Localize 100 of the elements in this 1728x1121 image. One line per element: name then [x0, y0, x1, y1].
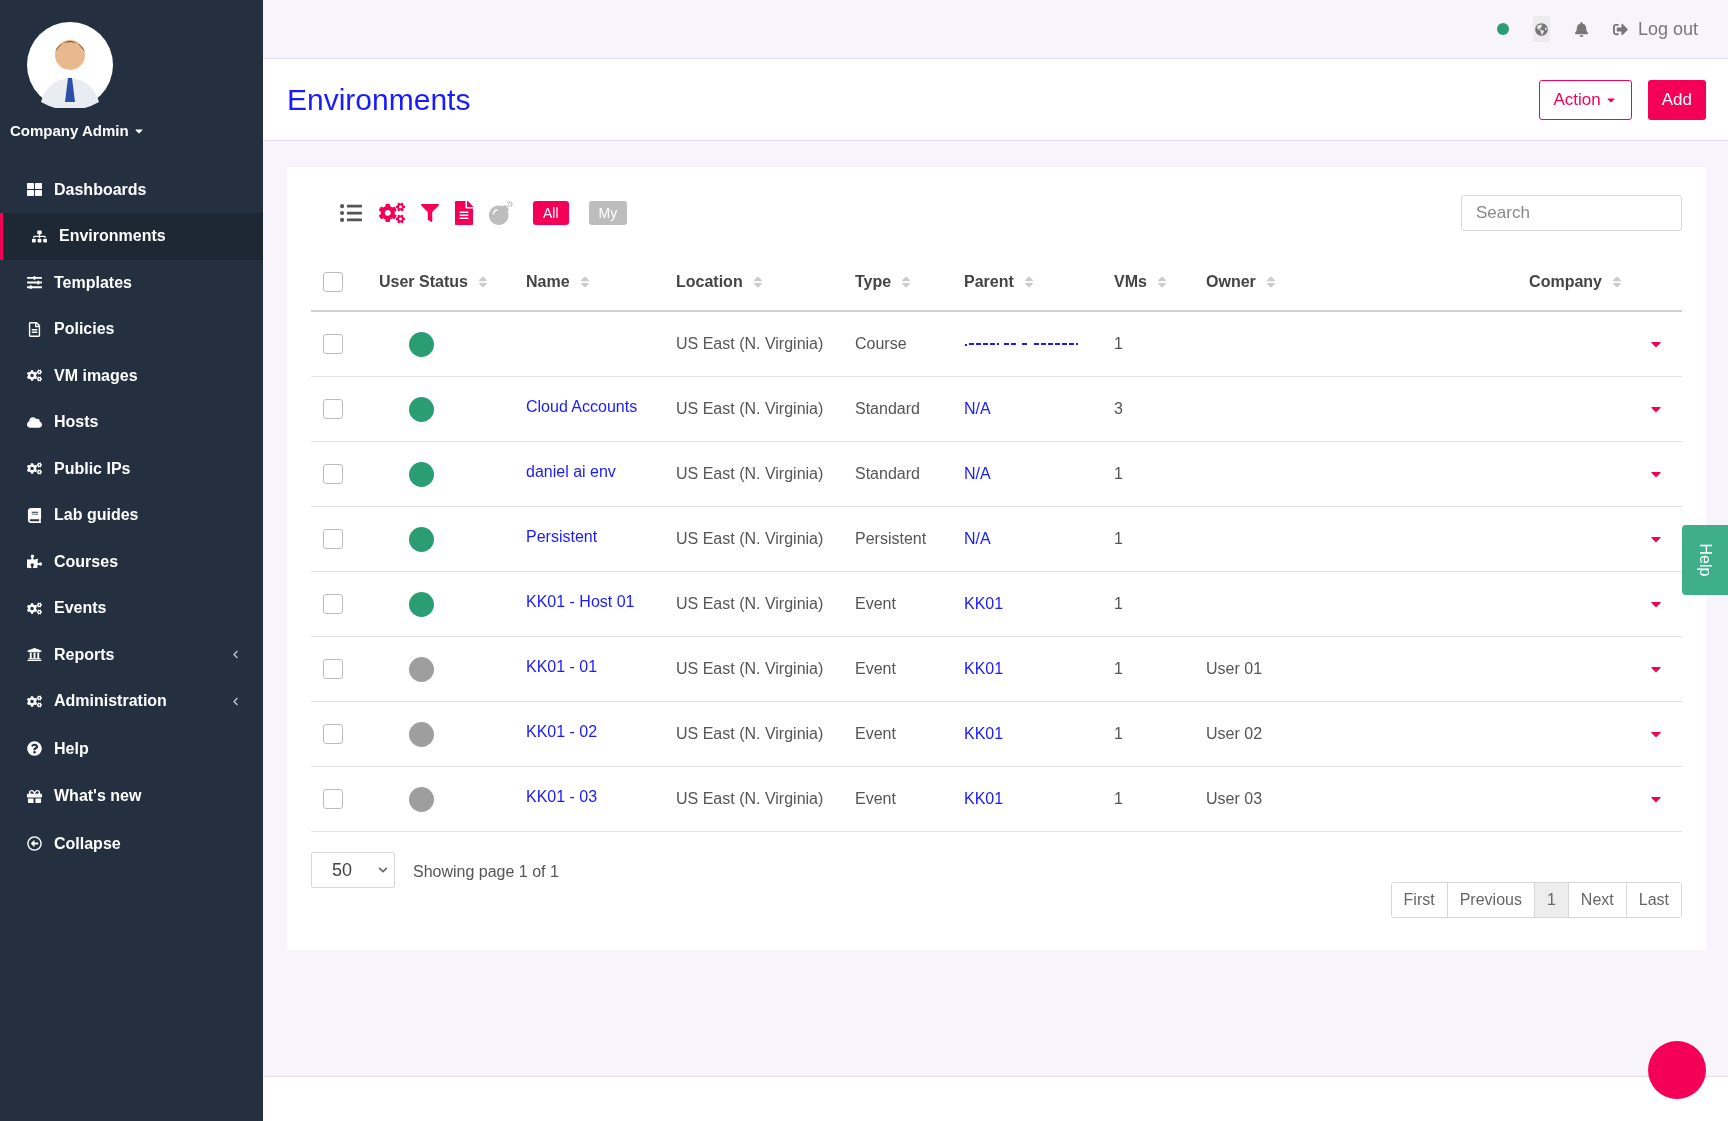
- parent-link[interactable]: N/A: [964, 530, 991, 547]
- sidebar-item[interactable]: Public IPs: [0, 445, 263, 492]
- sidebar-item[interactable]: VM images: [0, 352, 263, 399]
- sidebar-item[interactable]: Administration: [0, 678, 263, 725]
- chat-button[interactable]: [1648, 1041, 1706, 1099]
- name-link[interactable]: daniel ai env: [526, 463, 616, 480]
- table-cell: Standard: [855, 465, 920, 482]
- table-cell: 1: [1114, 660, 1123, 677]
- grid-icon: [27, 182, 42, 198]
- filter-tab[interactable]: All: [533, 201, 569, 225]
- checkbox[interactable]: [323, 399, 343, 419]
- parent-link[interactable]: KK01: [964, 595, 1004, 612]
- column-header[interactable]: VMs: [1114, 269, 1147, 294]
- table-cell: Event: [855, 595, 896, 612]
- name-link[interactable]: Cloud Accounts: [526, 398, 638, 415]
- sort-icon[interactable]: [901, 274, 912, 289]
- checkbox[interactable]: [323, 659, 343, 679]
- gears-icon: [27, 693, 42, 709]
- sidebar-label: Templates: [54, 272, 132, 293]
- parent-link[interactable]: KK01: [964, 790, 1004, 807]
- document-icon[interactable]: [455, 201, 473, 225]
- globe-button[interactable]: [1532, 16, 1550, 42]
- page-button[interactable]: 1: [1533, 883, 1568, 917]
- sidebar-label: Hosts: [54, 412, 99, 433]
- bell-icon[interactable]: [1573, 21, 1589, 37]
- parent-link[interactable]: N/A: [964, 465, 991, 482]
- page-button[interactable]: Last: [1625, 883, 1681, 917]
- page-size-select[interactable]: 50: [311, 852, 395, 888]
- sidebar-item[interactable]: Collapse: [0, 820, 263, 867]
- checkbox[interactable]: [323, 594, 343, 614]
- sort-icon[interactable]: [579, 274, 590, 289]
- checkbox[interactable]: [323, 529, 343, 549]
- table-cell: US East (N. Virginia): [676, 660, 824, 677]
- checkbox[interactable]: [323, 334, 343, 354]
- checkbox[interactable]: [323, 724, 343, 744]
- name-link[interactable]: KK01 - 01: [526, 658, 598, 675]
- sort-icon[interactable]: [1612, 274, 1622, 289]
- question-icon: [27, 741, 42, 757]
- sidebar-item[interactable]: Help: [0, 725, 263, 772]
- sidebar-item[interactable]: Hosts: [0, 399, 263, 446]
- column-header[interactable]: User Status: [379, 269, 468, 294]
- gears-icon[interactable]: [379, 201, 405, 225]
- checkbox[interactable]: [323, 464, 343, 484]
- name-link[interactable]: KK01 - 02: [526, 723, 598, 740]
- gift-icon: [27, 788, 42, 804]
- name-link[interactable]: KK01 - Host 01: [526, 593, 635, 610]
- parent-link[interactable]: KK01: [964, 725, 1004, 742]
- add-button[interactable]: Add: [1647, 79, 1706, 120]
- table-cell: Course: [855, 335, 907, 352]
- sort-icon[interactable]: [477, 274, 488, 289]
- sidebar-label: Help: [54, 738, 89, 759]
- action-button[interactable]: Action: [1538, 79, 1632, 120]
- sort-icon[interactable]: [752, 274, 763, 289]
- sidebar-label: Reports: [54, 644, 115, 665]
- sidebar-item[interactable]: What's new: [0, 773, 263, 820]
- checkbox[interactable]: [323, 789, 343, 809]
- sort-icon[interactable]: [1156, 274, 1167, 289]
- sidebar-label: Environments: [59, 226, 166, 247]
- list-icon[interactable]: [339, 202, 363, 224]
- bomb-icon[interactable]: [489, 201, 513, 225]
- column-header[interactable]: Location: [676, 269, 743, 294]
- name-link[interactable]: Persistent: [526, 528, 598, 545]
- sidebar-label: Lab guides: [54, 505, 139, 526]
- column-header[interactable]: Company: [1529, 269, 1602, 294]
- sort-icon[interactable]: [1265, 274, 1276, 289]
- table-cell: 1: [1114, 725, 1123, 742]
- column-header[interactable]: Parent: [964, 269, 1014, 294]
- name-link[interactable]: KK01 - 03: [526, 788, 598, 805]
- filter-icon[interactable]: [421, 203, 439, 223]
- document-icon: [27, 321, 42, 337]
- sidebar-item[interactable]: Lab guides: [0, 492, 263, 539]
- chevron-icon: [231, 650, 240, 660]
- user-menu[interactable]: Company Admin: [10, 120, 145, 143]
- sidebar-item[interactable]: Policies: [0, 306, 263, 353]
- table-cell: User 01: [1206, 660, 1263, 677]
- parent-link[interactable]: N/A: [964, 400, 991, 417]
- column-header[interactable]: Name: [526, 269, 570, 294]
- sidebar-label: Administration: [54, 691, 167, 712]
- table-cell: Event: [855, 725, 896, 742]
- sidebar-item[interactable]: Dashboards: [0, 166, 263, 213]
- chevron-icon: [231, 696, 240, 706]
- sidebar-item[interactable]: Templates: [0, 259, 263, 306]
- sidebar-item[interactable]: Reports: [0, 631, 263, 678]
- logout-link[interactable]: Log out: [1612, 15, 1698, 43]
- sidebar-item[interactable]: Events: [0, 585, 263, 632]
- sidebar-label: VM images: [54, 365, 138, 386]
- search-field[interactable]: Search: [1461, 195, 1682, 231]
- column-header[interactable]: Owner: [1206, 269, 1256, 294]
- table-cell: User 02: [1206, 725, 1263, 742]
- checkbox[interactable]: [323, 271, 343, 292]
- column-header[interactable]: Type: [855, 269, 892, 294]
- table-cell: US East (N. Virginia): [676, 400, 824, 417]
- table-cell: 1: [1114, 595, 1123, 612]
- sidebar-item[interactable]: Courses: [0, 538, 263, 585]
- page-info: Showing page 1 of 1: [413, 862, 559, 882]
- sort-icon[interactable]: [1023, 274, 1034, 289]
- sidebar-item[interactable]: Environments: [0, 213, 263, 260]
- logout-icon: [1612, 21, 1628, 37]
- parent-link[interactable]: KK01: [964, 660, 1004, 677]
- book-icon: [27, 507, 42, 523]
